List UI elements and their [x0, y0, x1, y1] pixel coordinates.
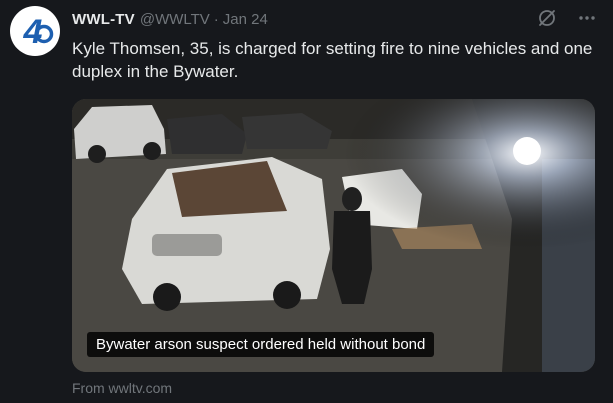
avatar-label: 4	[23, 13, 43, 51]
link-source[interactable]: From wwltv.com	[72, 380, 172, 396]
media-caption: Bywater arson suspect ordered held witho…	[87, 332, 435, 357]
more-icon[interactable]	[575, 6, 599, 30]
separator-dot: ·	[213, 10, 219, 28]
tweet-card[interactable]: 4 WWL-TV @WWLTV · Jan 24 Kyle Thomsen, 3…	[0, 0, 613, 403]
media-card[interactable]: Bywater arson suspect ordered held witho…	[72, 99, 595, 372]
wwltv-logo-icon: 4	[14, 10, 56, 52]
avatar[interactable]: 4	[10, 6, 60, 56]
grok-icon[interactable]	[535, 6, 559, 30]
tweet-date[interactable]: Jan 24	[223, 11, 268, 28]
tweet-text: Kyle Thomsen, 35, is charged for setting…	[72, 39, 593, 81]
display-name[interactable]: WWL-TV	[72, 11, 135, 28]
tweet-header: WWL-TV @WWLTV · Jan 24	[72, 9, 603, 29]
user-handle[interactable]: @WWLTV	[140, 11, 210, 28]
tweet-actions	[535, 6, 599, 30]
